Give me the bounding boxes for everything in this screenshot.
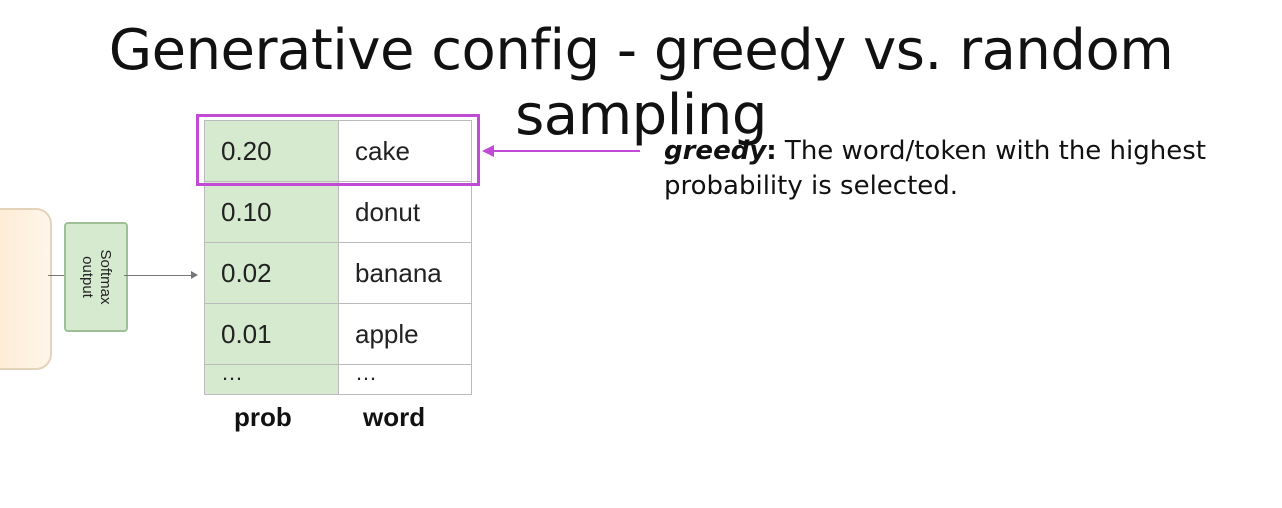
word-cell: donut	[339, 182, 472, 242]
softmax-output-block: Softmax output	[64, 222, 128, 332]
word-column-label: word	[363, 402, 426, 432]
greedy-term: greedy	[664, 136, 767, 166]
word-cell: banana	[339, 243, 472, 303]
softmax-output-label: Softmax output	[79, 249, 114, 305]
table-row: 0.10 donut	[205, 182, 472, 243]
prob-cell: 0.01	[205, 304, 339, 364]
greedy-description: greedy: The word/token with the highest …	[664, 134, 1244, 204]
prob-cell: 0.02	[205, 243, 339, 303]
word-cell: apple	[339, 304, 472, 364]
slide-title: Generative config - greedy vs. random sa…	[108, 18, 1174, 148]
prob-column-label: prob	[234, 402, 292, 432]
softmax-to-table-arrow	[124, 270, 198, 279]
greedy-colon: :	[766, 136, 777, 166]
table-row: 0.02 banana	[205, 243, 472, 304]
prob-cell: 0.10	[205, 182, 339, 242]
prob-cell: …	[205, 362, 339, 394]
word-cell: …	[339, 362, 472, 394]
greedy-pointer-arrow	[482, 144, 640, 157]
model-to-softmax-connector	[48, 275, 64, 276]
greedy-selection-highlight	[196, 114, 480, 186]
table-row: 0.01 apple	[205, 304, 472, 365]
table-row: … …	[205, 362, 472, 395]
model-block	[0, 208, 52, 370]
